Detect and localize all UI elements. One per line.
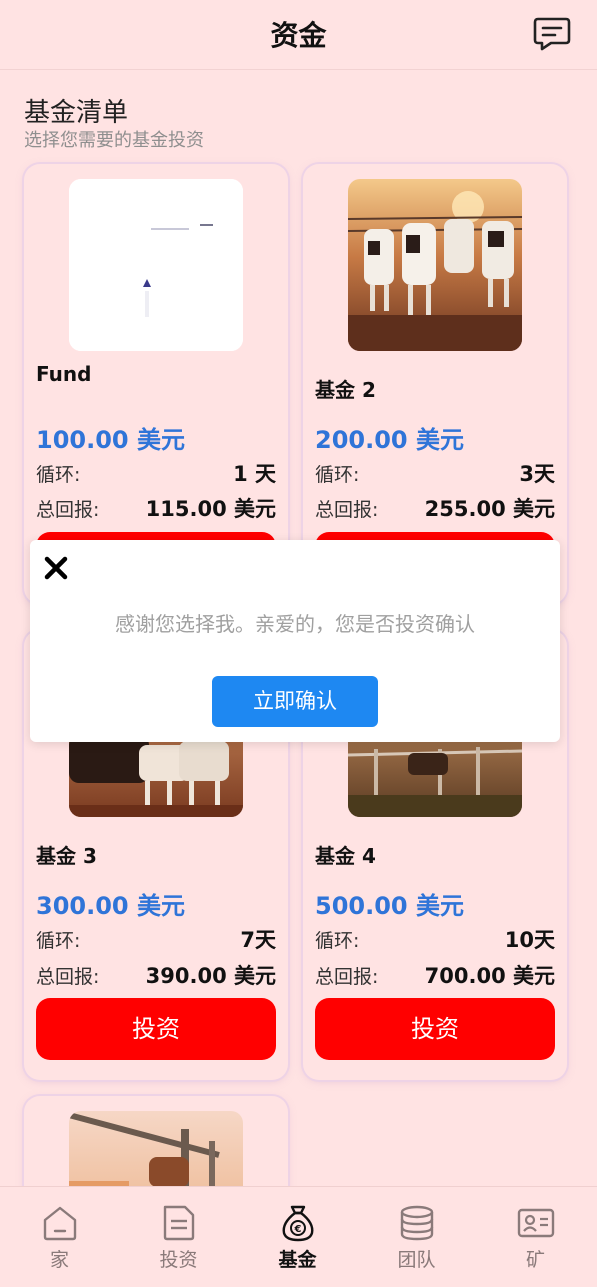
id-card-icon bbox=[517, 1208, 555, 1238]
return-row: 总回报: 390.00 美元 bbox=[36, 960, 276, 988]
fund-price: 200.00 美元 bbox=[315, 426, 464, 454]
cycle-value: 1 天 bbox=[233, 462, 276, 486]
section-subtitle: 选择您需要的基金投资 bbox=[24, 130, 204, 151]
cycle-value: 7天 bbox=[240, 928, 276, 952]
return-row: 总回报: 115.00 美元 bbox=[36, 493, 276, 521]
nav-label: 团队 bbox=[397, 1249, 436, 1271]
section-title: 基金清单 bbox=[24, 98, 129, 128]
fund-price: 300.00 美元 bbox=[36, 892, 185, 920]
svg-text:€: € bbox=[294, 1224, 302, 1235]
fund-name: 基金 4 bbox=[315, 844, 376, 868]
cycle-label: 循环: bbox=[315, 930, 360, 952]
return-label: 总回报: bbox=[36, 499, 100, 521]
nav-label: 矿 bbox=[525, 1249, 545, 1271]
nav-team[interactable]: 团队 bbox=[357, 1187, 476, 1287]
cycle-value: 10天 bbox=[504, 928, 555, 952]
fund-price: 500.00 美元 bbox=[315, 892, 464, 920]
cycle-row: 循环: 7天 bbox=[36, 924, 276, 952]
return-value: 390.00 美元 bbox=[145, 964, 276, 988]
bottom-nav: 家 投资 € 基金 团队 矿 bbox=[0, 1186, 597, 1287]
nav-mine[interactable]: 矿 bbox=[476, 1187, 595, 1287]
return-label: 总回报: bbox=[315, 966, 379, 988]
return-row: 总回报: 255.00 美元 bbox=[315, 493, 555, 521]
nav-label: 基金 bbox=[278, 1249, 317, 1271]
confirm-dialog: 感谢您选择我。亲爱的，您是否投资确认 立即确认 bbox=[30, 540, 560, 742]
return-label: 总回报: bbox=[315, 499, 379, 521]
cycle-value: 3天 bbox=[519, 462, 555, 486]
nav-label: 家 bbox=[49, 1249, 69, 1271]
invest-button[interactable]: 投资 bbox=[36, 998, 276, 1060]
fund-name: Fund bbox=[36, 362, 92, 386]
cycle-row: 循环: 10天 bbox=[315, 924, 555, 952]
return-value: 700.00 美元 bbox=[424, 964, 555, 988]
page-title: 资金 bbox=[270, 19, 327, 52]
return-row: 总回报: 700.00 美元 bbox=[315, 960, 555, 988]
nav-invest[interactable]: 投资 bbox=[119, 1187, 238, 1287]
fund-name: 基金 2 bbox=[315, 378, 376, 402]
fund-price: 100.00 美元 bbox=[36, 426, 185, 454]
coins-stack-icon bbox=[400, 1205, 434, 1241]
return-value: 115.00 美元 bbox=[145, 497, 276, 521]
fund-image-broken bbox=[69, 179, 243, 351]
cycle-label: 循环: bbox=[315, 464, 360, 486]
confirm-button[interactable]: 立即确认 bbox=[212, 676, 378, 727]
top-bar: 资金 bbox=[0, 0, 597, 70]
dialog-message: 感谢您选择我。亲爱的，您是否投资确认 bbox=[115, 612, 475, 636]
home-icon bbox=[43, 1206, 77, 1241]
cycle-row: 循环: 1 天 bbox=[36, 458, 276, 486]
fund-card: 基金 2 200.00 美元 循环: 3天 总回报: 255.00 美元 投资 bbox=[303, 164, 567, 604]
cycle-label: 循环: bbox=[36, 464, 81, 486]
nav-home[interactable]: 家 bbox=[0, 1187, 119, 1287]
nav-label: 投资 bbox=[159, 1249, 198, 1271]
return-label: 总回报: bbox=[36, 966, 100, 988]
document-icon bbox=[163, 1205, 195, 1241]
cycle-label: 循环: bbox=[36, 930, 81, 952]
message-icon[interactable] bbox=[533, 16, 571, 52]
invest-button[interactable]: 投资 bbox=[315, 998, 555, 1060]
fund-image-cows bbox=[348, 179, 522, 351]
fund-name: 基金 3 bbox=[36, 844, 97, 868]
money-bag-icon: € bbox=[282, 1205, 314, 1242]
nav-fund[interactable]: € 基金 bbox=[238, 1187, 357, 1287]
return-value: 255.00 美元 bbox=[424, 497, 555, 521]
fund-card: Fund 100.00 美元 循环: 1 天 总回报: 115.00 美元 投资 bbox=[24, 164, 288, 604]
close-icon[interactable] bbox=[42, 554, 70, 582]
cycle-row: 循环: 3天 bbox=[315, 458, 555, 486]
